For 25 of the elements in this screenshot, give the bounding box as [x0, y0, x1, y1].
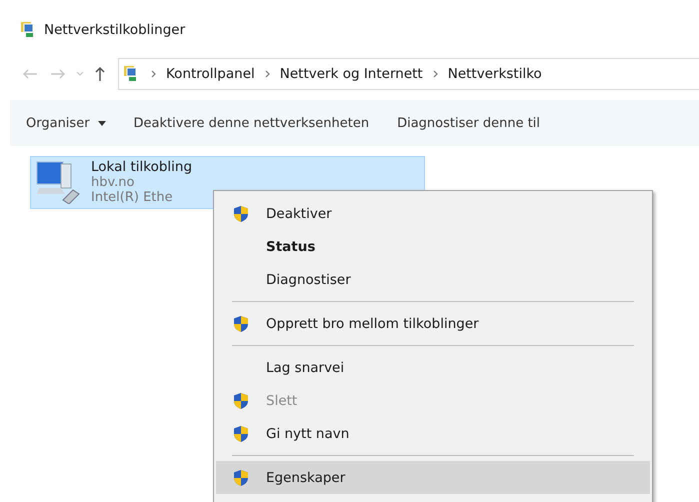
menu-item[interactable]: Diagnostiser [216, 263, 650, 296]
caret-icon [98, 120, 106, 126]
window-title: Nettverkstilkoblinger [44, 22, 186, 38]
adapter-name: Intel(R) Ethe [91, 190, 174, 205]
chevron-right-icon [264, 70, 270, 78]
chevron-right-icon [151, 70, 156, 78]
toolbar-button[interactable]: Diagnostiser denne til [393, 116, 544, 130]
connection-domain: hbv.no [91, 175, 136, 190]
breadcrumb[interactable]: Nettverk og Internett [280, 66, 423, 82]
address-bar[interactable]: Kontrollpanel Nettverk og Internett Nettverkstilko [118, 58, 699, 90]
toolbar-button[interactable]: Organiser [22, 116, 110, 130]
menu-item[interactable]: Egenskaper [216, 461, 650, 494]
toolbar-button[interactable]: Deaktivere denne nettverksenheten [130, 116, 374, 130]
breadcrumb[interactable]: Kontrollpanel [166, 66, 255, 82]
forward-arrow-icon[interactable] [50, 68, 66, 80]
up-arrow-icon[interactable] [94, 66, 106, 82]
breadcrumb[interactable]: Nettverkstilko [448, 66, 542, 82]
back-arrow-icon[interactable] [22, 68, 38, 80]
connection-name: Lokal tilkobling [91, 160, 192, 175]
menu-item[interactable]: Status [216, 230, 650, 263]
menu-item[interactable]: Opprett bro mellom tilkoblinger [216, 307, 650, 340]
menu-item[interactable]: Lag snarvei [216, 351, 650, 384]
menu-item[interactable]: Gi nytt navn [216, 417, 650, 450]
chevron-down-icon[interactable] [76, 71, 84, 77]
chevron-right-icon [432, 70, 438, 78]
